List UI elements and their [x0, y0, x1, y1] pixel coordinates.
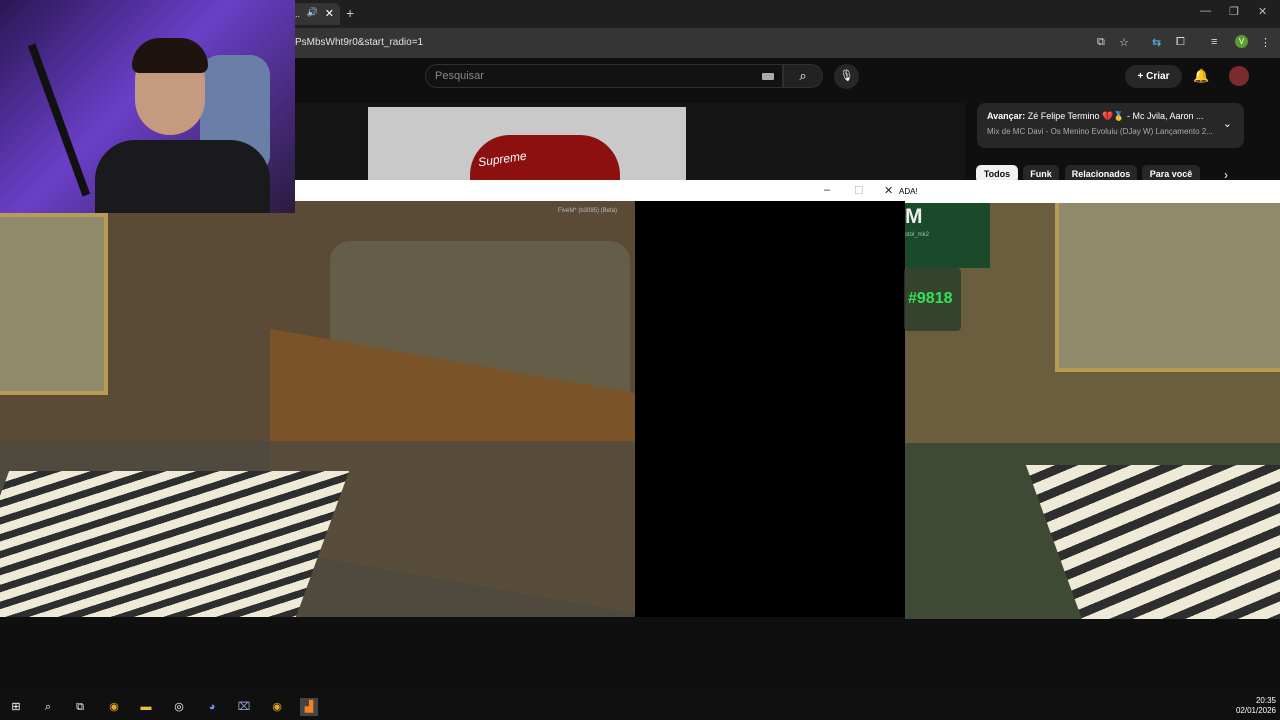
- hud-letter: M: [905, 205, 923, 228]
- restore-icon[interactable]: ❐: [1229, 5, 1239, 18]
- close-icon[interactable]: ✕: [1258, 5, 1267, 18]
- game-window-titlebar[interactable]: [295, 180, 905, 201]
- extensions-icon[interactable]: ⧠: [1176, 36, 1185, 49]
- chrome-icon[interactable]: ◉: [105, 698, 123, 716]
- search-icon: ⌕: [799, 68, 807, 83]
- windows-taskbar: [0, 693, 1280, 720]
- streamer-hair: [132, 38, 208, 73]
- microphone-arm: [27, 43, 91, 197]
- keyboard-icon[interactable]: [762, 73, 774, 80]
- up-next-title-line: Avançar: Zé Felipe Termino 💔🥇 - Mc Jvila…: [987, 111, 1234, 122]
- up-next-mix: Mix de MC Davi - Os Menino Evoluiu (DJay…: [987, 127, 1213, 136]
- discord-icon[interactable]: ◕: [203, 698, 221, 716]
- game-close-icon[interactable]: ✕: [884, 184, 893, 197]
- zigzag-rug: [0, 471, 350, 617]
- profile-avatar[interactable]: V: [1235, 35, 1248, 48]
- file-explorer-icon[interactable]: ▬: [137, 698, 155, 716]
- notifications-bell-icon[interactable]: 🔔: [1193, 68, 1209, 84]
- up-next-title: Zé Felipe Termino 💔🥇 - Mc Jvila, Aaron .…: [1027, 111, 1204, 121]
- player-id: #9818: [908, 290, 953, 307]
- wall-painting-right: [1055, 203, 1280, 372]
- voice-search-button[interactable]: 🎙: [834, 64, 859, 89]
- translate-extension-icon[interactable]: ⇆: [1152, 36, 1161, 49]
- streamer-body: [95, 140, 270, 213]
- create-label: Criar: [1146, 71, 1170, 82]
- user-avatar[interactable]: [1229, 66, 1249, 86]
- minimize-icon[interactable]: —: [1200, 5, 1211, 17]
- clock-date: 02/01/2026: [1235, 706, 1276, 715]
- screen: pl.. 🔊 ✕ + — ❐ ✕ PsMbsWht9r0&start_radio…: [0, 0, 1280, 720]
- wall-painting: [0, 213, 108, 395]
- search-input[interactable]: Pesquisar: [425, 64, 783, 88]
- webcam-overlay: [0, 0, 295, 213]
- game-view-left: [0, 201, 635, 617]
- player-id-label: #9818: [904, 268, 961, 331]
- media-control-icon[interactable]: ≡: [1211, 36, 1217, 48]
- obs-icon[interactable]: ◎: [170, 698, 188, 716]
- audio-icon[interactable]: 🔊: [307, 7, 318, 18]
- fivem-icon[interactable]: ▟: [300, 698, 318, 716]
- clock-time: 20:35: [1255, 696, 1276, 705]
- mic-icon: 🎙: [839, 70, 854, 82]
- strip-text: ADA!: [899, 187, 918, 196]
- game-minimize-icon[interactable]: –: [824, 184, 830, 196]
- address-bar[interactable]: PsMbsWht9r0&start_radio=1: [295, 37, 423, 48]
- search-button[interactable]: ⌕: [783, 64, 823, 88]
- white-strip: [905, 180, 1280, 203]
- game-maximize-icon[interactable]: ☐: [854, 184, 864, 197]
- chrome-icon-2[interactable]: ◉: [268, 698, 286, 716]
- install-app-icon[interactable]: ⧉: [1097, 36, 1105, 49]
- windows-start-icon[interactable]: ⊞: [7, 698, 25, 716]
- game-view-black: [635, 201, 905, 617]
- up-next-panel[interactable]: Avançar: Zé Felipe Termino 💔🥇 - Mc Jvila…: [977, 103, 1244, 148]
- menu-icon[interactable]: ⋮: [1260, 36, 1271, 49]
- search-taskbar-icon[interactable]: ⌕: [39, 698, 57, 716]
- tab-close-icon[interactable]: ✕: [325, 7, 334, 20]
- create-button[interactable]: + Criar: [1125, 65, 1182, 88]
- system-clock: 20:35 02/01/2026: [1232, 696, 1276, 716]
- chevron-down-icon[interactable]: ⌄: [1223, 117, 1232, 130]
- task-view-icon[interactable]: ⧉: [71, 698, 89, 716]
- hud-sub-text: stol_mk2: [905, 232, 930, 238]
- terminal-icon[interactable]: ⌧: [235, 698, 253, 716]
- new-tab-button[interactable]: +: [346, 5, 354, 21]
- fivem-label: FiveM* (b3095) (Beta): [558, 208, 618, 214]
- bookmark-star-icon[interactable]: ☆: [1119, 36, 1129, 49]
- up-next-prefix: Avançar:: [987, 111, 1026, 121]
